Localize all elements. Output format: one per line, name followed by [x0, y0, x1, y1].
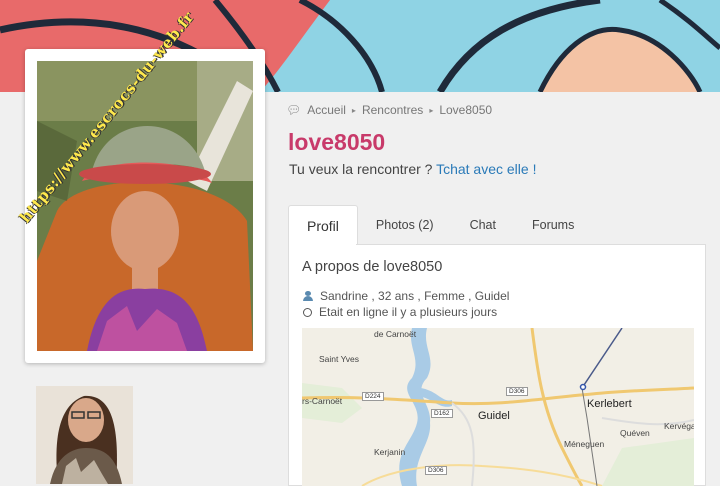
map-place-label: Quéven — [620, 428, 650, 438]
profile-name: love8050 — [288, 129, 386, 155]
road-tag: D224 — [362, 392, 384, 401]
about-title: A propos de love8050 — [302, 259, 443, 275]
map-place-label: de Carnoët — [374, 329, 417, 339]
thumbnail-image — [36, 386, 133, 484]
tab-divider — [356, 244, 705, 245]
profile-photo-image — [37, 61, 253, 351]
breadcrumb-separator: ▸ — [429, 105, 434, 115]
invite-text: Tu veux la rencontrer ? — [289, 161, 437, 177]
profile-tabs: Profil Photos (2) Chat Forums — [288, 205, 592, 245]
breadcrumb-rencontres[interactable]: Rencontres — [362, 103, 423, 117]
chat-invite: Tu veux la rencontrer ? Tchat avec elle … — [289, 161, 536, 177]
breadcrumb-home[interactable]: Accueil — [307, 103, 346, 117]
road-tag: D306 — [506, 387, 528, 396]
profile-details-row: Sandrine , 32 ans , Femme , Guidel — [303, 289, 509, 303]
photo-thumbnail[interactable] — [36, 386, 133, 484]
profile-panel: A propos de love8050 Sandrine , 32 ans ,… — [288, 244, 706, 486]
breadcrumb-separator: ▸ — [351, 105, 356, 115]
user-icon — [303, 291, 313, 301]
tab-forums[interactable]: Forums — [514, 205, 592, 245]
status-circle-icon — [303, 307, 312, 317]
profile-photo[interactable] — [37, 61, 253, 351]
online-status: Etait en ligne il y a plusieurs jours — [319, 305, 498, 319]
map-place-label: Kerjanin — [374, 447, 406, 457]
tab-photos[interactable]: Photos (2) — [358, 205, 452, 245]
map-place-label: Saint Yves — [319, 354, 360, 364]
chat-bubble-icon: 💬︎ — [286, 103, 302, 117]
profile-photo-card[interactable] — [25, 49, 265, 363]
tab-profil[interactable]: Profil — [288, 205, 358, 245]
road-tag: D306 — [425, 466, 447, 475]
chat-link[interactable]: Tchat avec elle ! — [436, 161, 536, 177]
map-place-label: Méneguen — [564, 439, 605, 449]
breadcrumb: 💬︎ Accueil ▸ Rencontres ▸ Love8050 — [286, 103, 492, 117]
map-background — [302, 328, 694, 486]
map-place-label: Kerlebert — [587, 398, 632, 410]
location-map[interactable]: de Carnoët Saint Yves rs-Carnoët Guidel … — [302, 328, 694, 486]
map-place-label: Kervéga — [664, 421, 694, 431]
map-place-label: rs-Carnoët — [302, 396, 343, 406]
map-place-label: Guidel — [478, 410, 510, 422]
tab-chat[interactable]: Chat — [452, 205, 514, 245]
profile-details: Sandrine , 32 ans , Femme , Guidel — [320, 289, 510, 303]
breadcrumb-current: Love8050 — [439, 103, 493, 117]
online-status-row: Etait en ligne il y a plusieurs jours — [303, 305, 497, 319]
road-tag: D162 — [431, 409, 453, 418]
